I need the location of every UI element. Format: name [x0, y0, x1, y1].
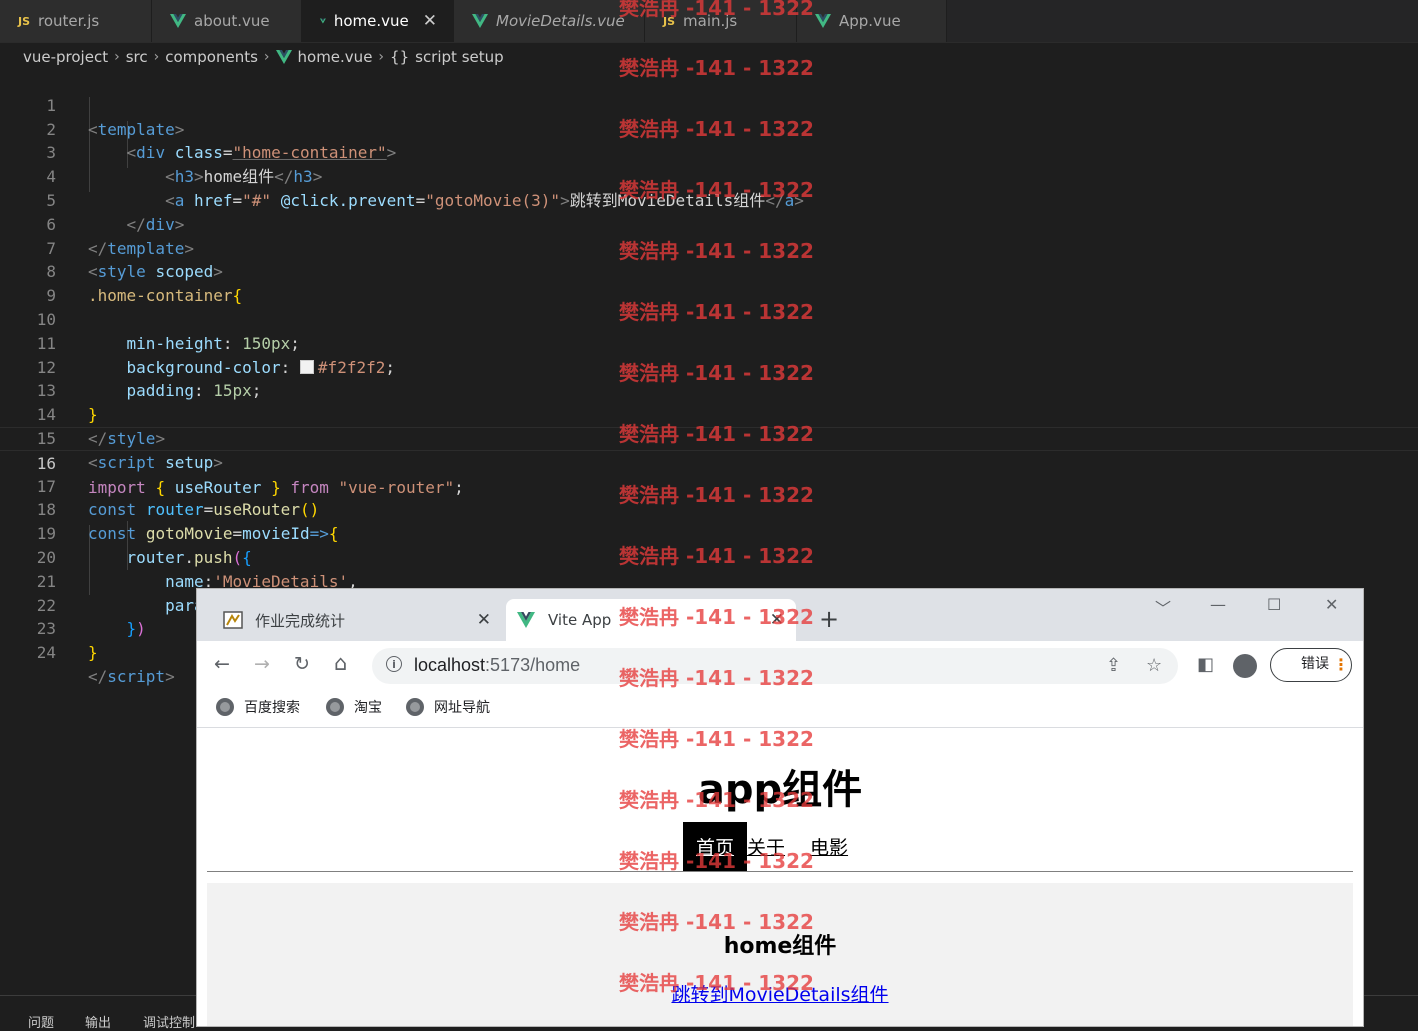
breadcrumb-item[interactable]: components	[165, 48, 258, 66]
breadcrumb-item[interactable]: script setup	[415, 48, 504, 66]
globe-icon	[406, 698, 424, 716]
chevron-right-icon: ›	[378, 49, 385, 65]
info-icon[interactable]: i	[386, 656, 402, 672]
vue-file-icon	[170, 14, 186, 28]
bookmark-label: 网址导航	[434, 700, 490, 716]
watermark: 樊浩冉 -141 - 1322	[619, 56, 814, 80]
forward-arrow-icon[interactable]: →	[254, 653, 270, 675]
browser-tab-label: Vite App	[548, 611, 612, 629]
bookmark-taobao[interactable]: 淘宝	[326, 697, 382, 717]
symbol-braces-icon: {}	[390, 48, 410, 66]
minimize-icon[interactable]: —	[1210, 595, 1226, 614]
back-arrow-icon[interactable]: ←	[214, 653, 230, 675]
vue-file-icon	[320, 18, 326, 24]
chevron-right-icon: ›	[114, 49, 120, 65]
browser-tab-label: 作业完成统计	[255, 611, 346, 630]
watermark: 樊浩冉 -141 - 1322	[619, 117, 814, 141]
more-menu-icon[interactable]: ⋮	[1333, 649, 1349, 680]
close-icon[interactable]: ✕	[477, 610, 491, 630]
tab-label: MovieDetails.vue	[496, 12, 625, 30]
bookmark-nav[interactable]: 网址导航	[406, 697, 490, 717]
vue-file-icon	[275, 50, 292, 64]
tab-about-vue[interactable]: about.vue	[152, 0, 302, 42]
breadcrumb-item[interactable]: home.vue	[298, 48, 373, 66]
tab-label: App.vue	[839, 12, 901, 30]
side-panel-icon[interactable]: ◧	[1197, 654, 1214, 675]
home-icon[interactable]: ⌂	[334, 651, 347, 675]
globe-icon	[326, 698, 344, 716]
chevron-right-icon: ›	[153, 49, 160, 65]
vue-file-icon	[815, 14, 831, 28]
watermark: 樊浩冉 -141 - 1322	[619, 910, 814, 934]
watermark: 樊浩冉 -141 - 1322	[619, 788, 814, 812]
code-line: 17 const router=useRouter()	[0, 451, 1418, 520]
tab-label: router.js	[38, 12, 100, 30]
error-button-label: 错误	[1301, 656, 1329, 672]
tab-router-js[interactable]: JS router.js	[0, 0, 152, 42]
vue-file-icon	[472, 14, 488, 28]
bookmark-label: 百度搜索	[244, 700, 300, 716]
watermark: 樊浩冉 -141 - 1322	[619, 544, 814, 568]
home-container: home组件 跳转到MovieDetails组件	[207, 883, 1353, 1026]
globe-icon	[216, 698, 234, 716]
watermark: 樊浩冉 -141 - 1322	[619, 300, 814, 324]
watermark: 樊浩冉 -141 - 1322	[619, 178, 814, 202]
watermark: 樊浩冉 -141 - 1322	[619, 239, 814, 263]
chevron-right-icon: ›	[263, 49, 270, 65]
watermark: 樊浩冉 -141 - 1322	[619, 727, 814, 751]
line-number: 24	[36, 643, 56, 663]
share-icon[interactable]: ⇪	[1106, 655, 1121, 676]
tab-moviedetails-vue[interactable]: MovieDetails.vue	[454, 0, 645, 42]
panel-tab-output[interactable]: 输出	[85, 1012, 111, 1031]
bookmark-label: 淘宝	[354, 700, 382, 716]
star-icon[interactable]: ☆	[1146, 655, 1162, 676]
code-line: 12 padding: 15px;	[0, 332, 1418, 401]
watermark: 樊浩冉 -141 - 1322	[619, 605, 814, 629]
close-icon[interactable]: ✕	[423, 11, 437, 31]
tab-app-vue[interactable]: App.vue	[797, 0, 947, 42]
bookmark-baidu[interactable]: 百度搜索	[216, 697, 300, 717]
breadcrumb-item[interactable]: src	[126, 48, 148, 66]
reload-icon[interactable]: ↻	[294, 653, 310, 675]
breadcrumb-item[interactable]: vue-project	[23, 48, 108, 66]
tab-home-vue[interactable]: home.vue ✕	[302, 0, 454, 42]
tab-label: home.vue	[333, 12, 409, 30]
js-file-icon: JS	[18, 14, 31, 28]
close-window-icon[interactable]: ✕	[1325, 595, 1338, 614]
url-text[interactable]: localhost:5173/home	[414, 655, 580, 676]
tab-label: about.vue	[194, 12, 270, 30]
error-button[interactable]: 错误 ⋮	[1270, 648, 1352, 682]
watermark: 樊浩冉 -141 - 1322	[619, 666, 814, 690]
panel-tab-debug-console[interactable]: 调试控制	[143, 1012, 195, 1031]
watermark: 樊浩冉 -141 - 1322	[619, 849, 814, 873]
vue-favicon-icon	[517, 612, 535, 628]
watermark: 樊浩冉 -141 - 1322	[619, 483, 814, 507]
watermark: 樊浩冉 -141 - 1322	[619, 0, 814, 20]
new-tab-button[interactable]: +	[819, 605, 839, 633]
browser-tab-homework[interactable]: 作业完成统计 ✕	[213, 599, 503, 641]
tab-search-icon[interactable]: ﹀	[1155, 595, 1171, 619]
code-line: 4 <a href="#" @click.prevent="gotoMovie(…	[0, 141, 1418, 210]
homework-favicon-icon	[223, 611, 243, 629]
panel-tab-problems[interactable]: 问题	[28, 1012, 54, 1031]
watermark: 樊浩冉 -141 - 1322	[619, 361, 814, 385]
maximize-icon[interactable]: ☐	[1267, 595, 1281, 614]
profile-avatar-icon[interactable]	[1233, 654, 1257, 678]
code-line: 7 <style scoped>	[0, 213, 1418, 282]
watermark: 樊浩冉 -141 - 1322	[619, 422, 814, 446]
watermark: 樊浩冉 -141 - 1322	[619, 971, 814, 995]
